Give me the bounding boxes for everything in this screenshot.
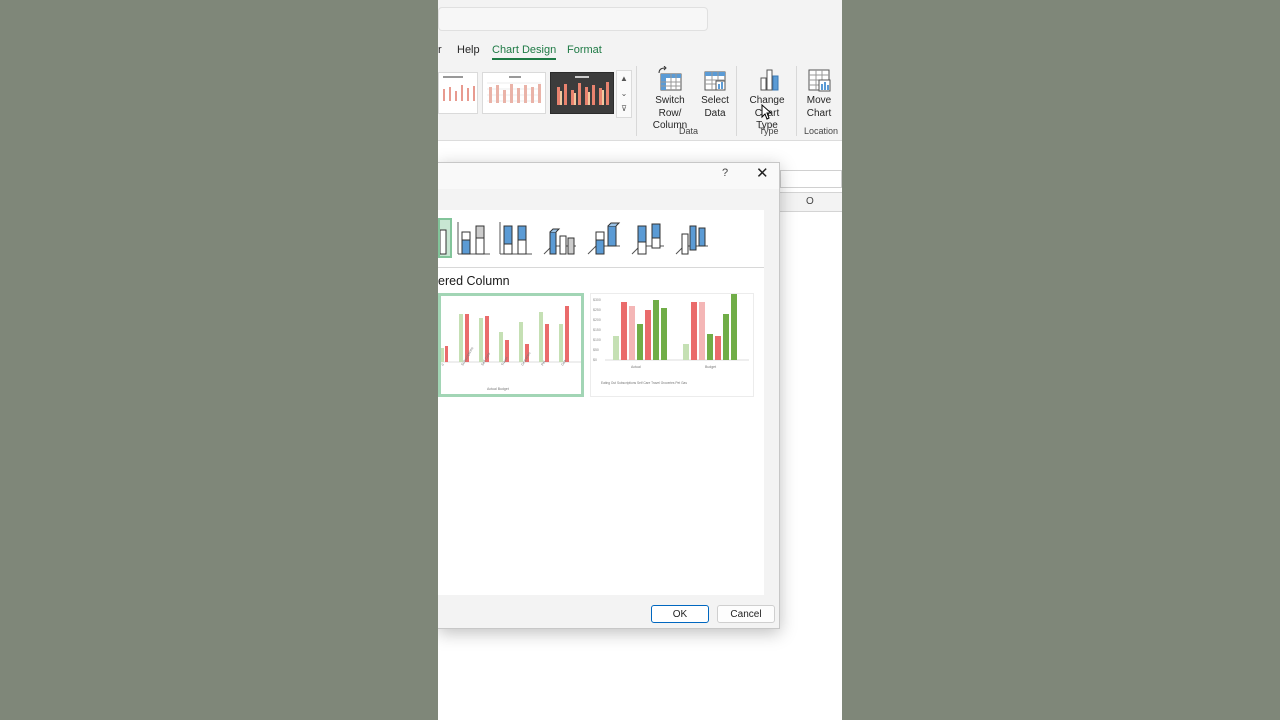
3d-stacked-column-icon [587,222,621,255]
preview2-ytick-50: $50 [593,348,599,352]
preview2-group-actual: Actual [631,365,641,369]
background-left [0,0,438,720]
column-header-bar: O [780,192,842,212]
select-data-label-1: Select [701,95,729,106]
title-bar [438,0,842,38]
chart-style-2[interactable] [482,72,546,114]
ribbon-separator [736,66,737,136]
3d-100-stacked-column-icon [631,223,664,255]
ribbon-tabs: r Help Chart Design Format [438,38,842,62]
subtype-3d-column[interactable] [674,218,710,258]
subtype-3d-stacked-column[interactable] [586,218,622,258]
chart-style-3-preview [557,76,609,105]
chart-style-2-preview [487,76,541,103]
stacked-column-icon [457,222,490,255]
variant-title: ered Column [438,274,510,288]
formula-bar[interactable] [780,170,842,188]
ribbon-separator [636,66,637,136]
chart-style-1-preview [443,76,475,101]
preview2-ytick-150: $150 [593,328,601,332]
preview2-legend: Eating Out Subscriptions Self Care Trave… [601,381,687,385]
move-chart-button[interactable]: Move Chart [804,66,834,120]
column-header-o[interactable]: O [806,196,814,207]
group-label-type: Type [759,126,779,136]
switch-row-column-button[interactable]: Switch Row/ Column [644,66,696,133]
group-label-location: Location [804,126,839,136]
subtype-3d-clustered-column[interactable] [542,218,578,258]
chart-preview-2-graphic: $300 $250 $200 $150 $100 $50 $0 Actual B… [593,294,749,385]
tab-help[interactable]: Help [457,44,480,56]
chart-preview-2[interactable]: $300 $250 $200 $150 $100 $50 $0 Actual B… [590,293,754,397]
move-chart-label-1: Move [806,95,832,106]
subtype-stacked-column[interactable] [456,218,492,258]
tab-chart-design[interactable]: Chart Design [492,44,557,60]
change-chart-type-icon [760,69,779,91]
dialog-body: ered Column d Subscriptions Self Care Tr… [438,210,776,595]
subtype-divider [438,267,764,268]
change-chart-type-button[interactable]: Change Chart Type [743,66,791,133]
cancel-button[interactable]: Cancel [717,605,775,623]
excel-window: r Help Chart Design Format ▲ ⌄ ⊽ Switch … [438,0,842,720]
group-label-data: Data [679,126,699,136]
gallery-up-icon[interactable]: ▲ [617,71,631,86]
chart-preview-1-graphic: d Subscriptions Self Care Travel Groceri… [440,306,581,391]
preview2-ytick-100: $100 [593,338,601,342]
chart-style-1[interactable] [438,72,478,114]
select-data-button[interactable]: Select Data [700,66,730,120]
3d-clustered-column-icon [543,228,576,255]
dialog-title-bar: ? ✕ [438,163,779,189]
tab-format[interactable]: Format [567,44,602,56]
gallery-scroll[interactable]: ▲ ⌄ ⊽ [616,70,632,118]
3d-column-icon [675,225,708,255]
preview2-ytick-300: $300 [593,298,601,302]
chart-style-3[interactable] [550,72,614,114]
preview1-legend: Actual Budget [487,387,509,391]
gallery-more-icon[interactable]: ⊽ [617,101,631,116]
subtype-3d-100-stacked-column[interactable] [630,218,666,258]
preview2-ytick-200: $200 [593,318,601,322]
dialog-scrollbar[interactable] [764,210,776,595]
ribbon-separator [796,66,797,136]
chart-preview-1[interactable]: d Subscriptions Self Care Travel Groceri… [438,293,584,397]
tab-partial[interactable]: r [438,44,442,56]
ribbon-panel: ▲ ⌄ ⊽ Switch Row/ Column Select Data Cha… [438,62,842,141]
select-data-label-2: Data [704,107,726,119]
help-icon[interactable]: ? [722,167,728,179]
preview2-ytick-0: $0 [593,358,597,362]
subtype-100-stacked-column[interactable] [498,218,534,258]
gallery-down-icon[interactable]: ⌄ [617,86,631,101]
ok-button[interactable]: OK [651,605,709,623]
preview1-cat-1: d [441,363,445,367]
preview2-group-budget: Budget [705,365,716,369]
stacked-100-column-icon [499,222,532,255]
select-data-icon [704,71,726,91]
background-right [842,0,1280,720]
preview2-ytick-250: $250 [593,308,601,312]
switch-row-column-label-1: Switch Row/ [655,95,685,119]
subtype-clustered-column[interactable] [438,218,452,258]
close-icon[interactable]: ✕ [756,164,769,182]
change-chart-type-dialog: ? ✕ ered Column d Subscriptions Self Car… [438,162,780,629]
worksheet-area[interactable] [780,166,842,720]
move-chart-label-2: Chart [806,107,832,119]
mouse-cursor-icon [761,104,773,120]
switch-row-column-icon [658,66,682,91]
move-chart-icon [808,69,831,92]
search-box[interactable] [438,7,708,31]
clustered-column-icon [439,229,447,255]
